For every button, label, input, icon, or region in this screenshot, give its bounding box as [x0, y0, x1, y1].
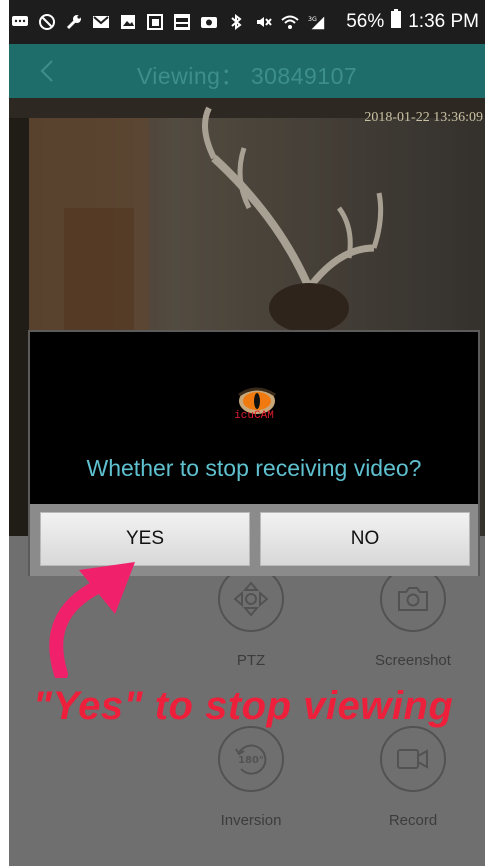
gmail-icon	[92, 13, 110, 31]
wrench-icon	[65, 13, 83, 31]
screenshot-icon	[146, 13, 164, 31]
signal-3g-icon: 3G	[308, 13, 326, 31]
fox-news-icon	[173, 13, 191, 31]
annotation-text: "Yes" to stop viewing	[33, 684, 454, 728]
no-button[interactable]: NO	[260, 512, 470, 566]
battery-percent: 56%	[346, 11, 385, 32]
app-header: Viewing： 30849107	[9, 44, 485, 98]
message-icon	[11, 13, 29, 31]
mute-icon	[254, 13, 272, 31]
status-bar: 3G 56% 1:36 PM	[9, 0, 485, 44]
clock: 1:36 PM	[408, 11, 479, 32]
screenshot-frame: 3G 56% 1:36 PM Viewing： 30849107 2018-01…	[0, 0, 485, 866]
camera-icon	[200, 13, 218, 31]
wifi-icon	[281, 13, 299, 31]
dialog-message: Whether to stop receiving video?	[86, 455, 422, 481]
logo-text: icuCAM	[234, 410, 274, 422]
image-icon	[119, 13, 137, 31]
bluetooth-icon	[227, 13, 245, 31]
annotation-arrow	[49, 562, 135, 678]
stop-video-dialog: icuCAM Whether to stop receiving video? …	[28, 330, 480, 576]
status-right: 56% 1:36 PM	[346, 8, 479, 36]
page-title: Viewing： 30849107	[136, 63, 358, 89]
status-icons: 3G	[11, 8, 326, 36]
block-icon	[38, 13, 56, 31]
battery-icon	[390, 9, 402, 35]
svg-text:3G: 3G	[308, 16, 317, 23]
phone-screen: 3G 56% 1:36 PM Viewing： 30849107 2018-01…	[9, 0, 485, 866]
